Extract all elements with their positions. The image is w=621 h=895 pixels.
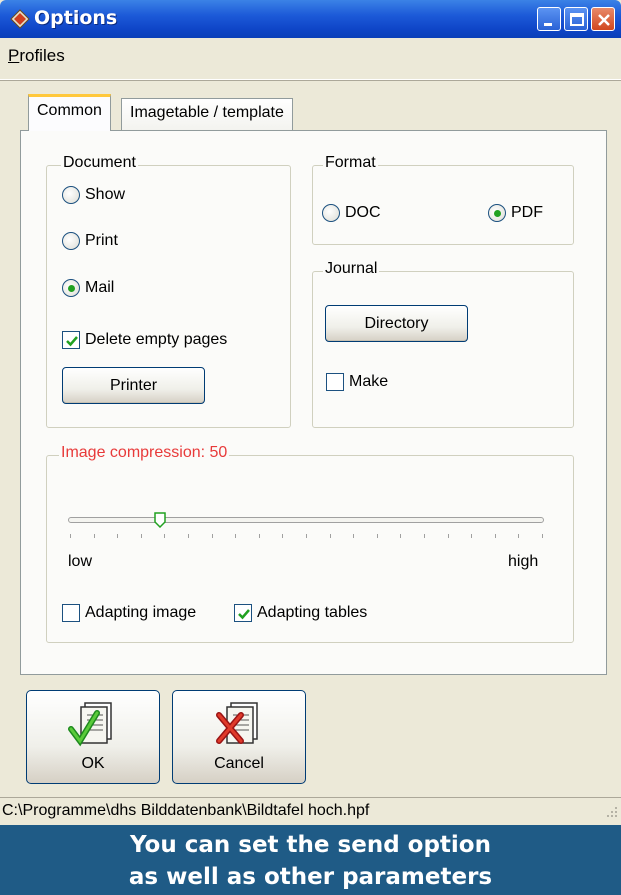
slider-tick (235, 534, 237, 538)
radio-print-indicator (62, 232, 80, 250)
slider-tick (306, 534, 307, 538)
slider-thumb-icon (154, 512, 166, 529)
slider-tick (424, 534, 425, 538)
slider-tick (376, 534, 378, 538)
maximize-button[interactable] (564, 7, 588, 31)
slider-tick (329, 534, 331, 538)
radio-show[interactable]: Show (62, 186, 125, 204)
checkmark-icon (238, 609, 250, 620)
make-label: Make (349, 373, 389, 390)
radio-show-label: Show (85, 186, 126, 203)
radio-mail-label: Mail (85, 279, 115, 296)
radio-doc-indicator (322, 204, 340, 222)
radio-pdf-label: PDF (511, 204, 543, 221)
caption-banner: You can set the send option as well as o… (0, 825, 621, 895)
resize-grip-icon[interactable] (606, 805, 618, 823)
image-compression-label: Image compression: 50 (59, 444, 230, 462)
menu-profiles-label: rofiles (19, 46, 65, 65)
make-box (326, 373, 344, 391)
slider-tick (353, 534, 355, 538)
adapting-image-label: Adapting image (85, 604, 197, 621)
tab-common[interactable]: Common (28, 94, 111, 131)
delete-empty-pages-box (62, 331, 80, 349)
caption-line-1: You can set the send option (130, 832, 491, 858)
journal-group-label: Journal (323, 260, 380, 278)
slider-low-label: low (68, 553, 93, 570)
slider-tick (447, 534, 449, 538)
make-checkbox[interactable]: Make (326, 373, 388, 391)
slider-tick (211, 534, 213, 538)
radio-print[interactable]: Print (62, 232, 118, 250)
slider-tick (117, 534, 119, 538)
close-button[interactable] (591, 7, 615, 31)
adapting-tables-box (234, 604, 252, 622)
directory-button[interactable]: Directory (325, 305, 468, 342)
title-bar[interactable]: Options (0, 0, 621, 38)
caption-line-2: as well as other parameters (128, 864, 493, 890)
maximize-icon (570, 13, 584, 26)
compression-slider-thumb[interactable] (154, 512, 166, 529)
delete-empty-pages-label: Delete empty pages (85, 331, 228, 348)
document-check-icon (68, 702, 112, 747)
format-group-label: Format (323, 154, 378, 172)
radio-mail-indicator (62, 279, 80, 297)
document-cross-icon (216, 702, 258, 744)
menu-profiles[interactable]: Profiles (8, 46, 65, 66)
slider-tick (188, 534, 189, 538)
checkmark-icon (66, 336, 78, 347)
slider-tick (140, 534, 142, 538)
document-group-label: Document (61, 154, 138, 172)
adapting-tables-checkbox[interactable]: Adapting tables (234, 604, 367, 622)
ok-label: OK (81, 755, 105, 772)
close-icon (598, 14, 610, 26)
slider-tick (471, 534, 473, 538)
slider-tick (494, 534, 496, 538)
radio-print-label: Print (85, 232, 118, 249)
app-diamond-icon (10, 9, 30, 29)
adapting-image-box (62, 604, 80, 622)
cancel-button[interactable]: Cancel (172, 690, 306, 784)
ok-button[interactable]: OK (26, 690, 160, 784)
radio-mail[interactable]: Mail (62, 279, 114, 297)
slider-tick (93, 534, 95, 538)
slider-tick (164, 534, 166, 538)
radio-show-indicator (62, 186, 80, 204)
radio-pdf[interactable]: PDF (488, 204, 543, 222)
slider-tick (70, 534, 71, 538)
status-bar: C:\Programme\dhs Bilddatenbank\Bildtafel… (0, 797, 621, 825)
menu-bar: Profiles (0, 38, 621, 80)
radio-doc-label: DOC (345, 204, 381, 221)
adapting-tables-label: Adapting tables (257, 604, 368, 621)
radio-doc[interactable]: DOC (322, 204, 381, 222)
slider-tick (518, 534, 520, 538)
cancel-label: Cancel (214, 755, 264, 772)
tab-imagetable-template[interactable]: Imagetable / template (121, 98, 293, 130)
slider-high-label: high (508, 553, 539, 570)
slider-tick (258, 534, 260, 538)
options-window: Options Profiles Common Imagetable / tem… (0, 0, 621, 825)
file-path: C:\Programme\dhs Bilddatenbank\Bildtafel… (2, 802, 370, 819)
journal-group: Journal (312, 260, 574, 428)
radio-pdf-indicator (488, 204, 506, 222)
printer-button[interactable]: Printer (62, 367, 205, 404)
minimize-icon (544, 23, 552, 26)
slider-tick (282, 534, 284, 538)
compression-slider-track[interactable] (68, 517, 544, 523)
minimize-button[interactable] (537, 7, 561, 31)
delete-empty-pages-checkbox[interactable]: Delete empty pages (62, 331, 227, 349)
adapting-image-checkbox[interactable]: Adapting image (62, 604, 196, 622)
window-title: Options (34, 7, 118, 29)
slider-tick (542, 534, 543, 538)
slider-tick (400, 534, 402, 538)
